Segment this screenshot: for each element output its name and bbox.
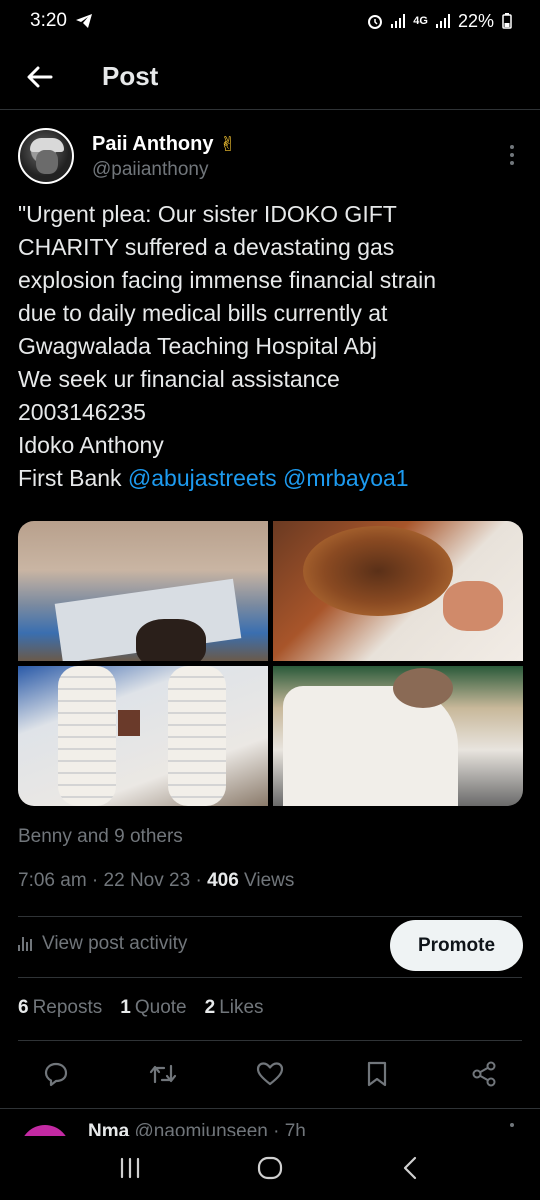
post-text-line: 2003146235	[18, 399, 146, 425]
alarm-icon	[368, 15, 383, 29]
post-text-line: Gwagwalada Teaching Hospital Abj	[18, 333, 377, 359]
reply-author: Nma @naomiunseen · 7h	[88, 1121, 306, 1136]
status-right: 4G 22%	[367, 11, 512, 32]
views-label: Views	[244, 870, 295, 891]
quotes-count[interactable]: 1 Quote	[120, 997, 186, 1019]
telegram-icon	[75, 14, 92, 28]
reply-avatar[interactable]	[20, 1125, 70, 1136]
action-bar	[18, 1052, 522, 1096]
divider	[18, 977, 522, 978]
system-back-button[interactable]	[385, 1143, 435, 1193]
author-avatar[interactable]	[18, 128, 74, 184]
author-names: Paii Anthony ✌ @paiianthony	[92, 132, 236, 181]
home-button[interactable]	[245, 1143, 295, 1193]
view-activity-link[interactable]: View post activity	[18, 933, 187, 955]
share-icon	[472, 1061, 496, 1087]
network-type: 4G	[413, 15, 428, 27]
divider	[18, 1040, 522, 1041]
status-bar: 3:20 4G 22%	[0, 0, 540, 42]
repost-icon	[149, 1064, 177, 1084]
post-image[interactable]	[273, 521, 523, 661]
liked-by-text[interactable]: Benny and 9 others	[18, 826, 183, 848]
post-meta: 7:06 am · 22 Nov 23 · 406 Views	[18, 870, 295, 891]
reply-author-handle: @naomiunseen · 7h	[134, 1121, 306, 1136]
battery-percent: 22%	[457, 10, 494, 31]
post-text-line: "Urgent plea: Our sister IDOKO GIFT	[18, 201, 397, 227]
post-text: "Urgent plea: Our sister IDOKO GIFT CHAR…	[18, 198, 526, 495]
more-vertical-icon[interactable]	[502, 142, 522, 168]
post-date: 22 Nov 23	[103, 870, 191, 891]
signal-icon-2	[435, 14, 450, 28]
recent-apps-icon	[120, 1157, 140, 1179]
post-image[interactable]	[18, 666, 268, 806]
status-left: 3:20	[30, 10, 93, 32]
mention-link[interactable]: @abujastreets	[128, 465, 277, 491]
post-image[interactable]	[273, 666, 523, 806]
author-handle[interactable]: @paiianthony	[92, 159, 236, 181]
post-time: 7:06 am	[18, 870, 87, 891]
reply-preview[interactable]: Nma @naomiunseen · 7h	[0, 1108, 540, 1136]
repost-button[interactable]	[145, 1056, 181, 1092]
more-vertical-icon[interactable]	[510, 1123, 514, 1127]
reposts-count[interactable]: 6 Reposts	[18, 997, 102, 1019]
reply-button[interactable]	[38, 1056, 74, 1092]
share-button[interactable]	[466, 1056, 502, 1092]
top-bar: Post	[0, 44, 540, 110]
view-activity-label: View post activity	[42, 933, 188, 954]
engagement-counts: 6 Reposts 1 Quote 2 Likes	[18, 997, 264, 1019]
post-text-line: CHARITY suffered a devastating gas	[18, 234, 395, 260]
reply-author-name: Nma	[88, 1121, 130, 1136]
bookmark-icon	[367, 1061, 387, 1087]
like-button[interactable]	[252, 1056, 288, 1092]
divider	[18, 916, 522, 917]
post-image[interactable]	[18, 521, 268, 661]
victory-hand-emoji: ✌	[219, 134, 237, 156]
analytics-icon	[18, 937, 32, 951]
heart-icon	[256, 1062, 284, 1086]
views-count: 406	[207, 870, 239, 891]
status-time: 3:20	[30, 10, 67, 31]
post-author: Paii Anthony ✌ @paiianthony	[18, 128, 528, 188]
author-display-name[interactable]: Paii Anthony	[92, 133, 213, 156]
bank-name-text: First Bank	[18, 465, 122, 491]
mention-link[interactable]: @mrbayoa1	[283, 465, 409, 491]
post-text-line: explosion facing immense financial strai…	[18, 267, 437, 293]
signal-icon	[391, 14, 406, 28]
reply-icon	[44, 1062, 68, 1087]
post-text-line: due to daily medical bills currently at	[18, 300, 388, 326]
bookmark-button[interactable]	[359, 1056, 395, 1092]
post-text-line: We seek ur financial assistance	[18, 366, 340, 392]
post-text-line: Idoko Anthony	[18, 432, 164, 458]
recent-apps-button[interactable]	[105, 1143, 155, 1193]
arrow-left-icon	[27, 66, 53, 87]
system-nav-bar	[0, 1136, 540, 1200]
home-icon	[257, 1156, 283, 1180]
media-grid	[18, 521, 523, 806]
promote-button[interactable]: Promote	[390, 920, 523, 971]
battery-icon	[502, 13, 512, 29]
chevron-left-icon	[403, 1156, 417, 1180]
likes-count[interactable]: 2 Likes	[205, 997, 264, 1019]
post-text-last-line: First Bank @abujastreets @mrbayoa1	[18, 462, 526, 495]
back-button[interactable]	[10, 47, 70, 107]
page-title: Post	[102, 61, 159, 91]
